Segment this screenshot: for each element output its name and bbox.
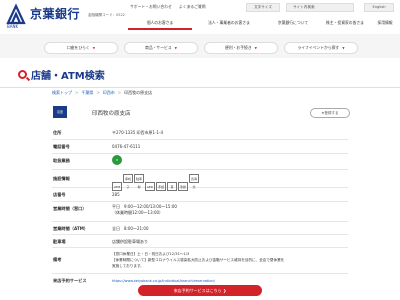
caret-down-icon: ▼ xyxy=(174,46,177,50)
open-account-button[interactable]: 口座をひらく ▼ xyxy=(44,42,118,54)
address-value: 〒270-1335 印西市原1-1-4 xyxy=(112,130,164,135)
branch-name: 印西牧の原支店 xyxy=(92,111,131,117)
nav-investors[interactable]: 株主・投資家の皆さま xyxy=(320,16,370,30)
nav-corporate[interactable]: 法人・事業者のお客さま xyxy=(192,16,266,30)
row-facility: 施設情報 ATM車椅子駐車場 AED 手話耳筆談盲導犬 xyxy=(52,170,348,191)
row-notes: 備考 【窓口休業日】土・日・祝日および12/31～1/3 【休業時間について】新… xyxy=(52,248,348,274)
wheelchair-icon: 車椅子 xyxy=(123,174,133,189)
parking-value: 店舗併設駐車場あり xyxy=(112,239,148,244)
logo-text[interactable]: 京葉銀行 xyxy=(30,5,80,22)
products-button[interactable]: 商品・サービス ▼ xyxy=(124,42,198,54)
nav-individual[interactable]: 個人のお客さま xyxy=(128,16,192,30)
breadcrumb: 検索トップ > 千葉県 > 印西市 > 印西牧の原支店 xyxy=(52,90,153,95)
procedures-label: 便利・お手続き xyxy=(225,45,252,50)
phone-label: 電話番号 xyxy=(53,144,70,149)
page-title: 店舗・ATM検索 xyxy=(31,71,105,82)
parking-icon: 駐車場 xyxy=(134,174,144,189)
store-no-label: 店番号 xyxy=(53,192,66,197)
parking-label: 駐車場 xyxy=(53,239,66,244)
facility-label: 施設情報 xyxy=(53,176,70,181)
row-phone: 電話番号 0476-47-6111 xyxy=(52,140,348,154)
keiyo-logo-icon[interactable]: BANK xyxy=(4,3,28,29)
reservation-link[interactable]: https://www.keiyobank.co.jp/individual/b… xyxy=(112,279,215,283)
reservation-button[interactable]: 来店予約サービスはこちら ❯ xyxy=(138,285,262,296)
services-label: 取扱業務 xyxy=(53,158,70,163)
logo-sub: BANK xyxy=(7,24,18,29)
sub-navigation: 口座をひらく ▼ 商品・サービス ▼ 便利・お手続き ▼ ライフイベントから探す ▼ xyxy=(0,34,400,58)
english-button[interactable]: English xyxy=(364,3,394,12)
caret-down-icon: ▼ xyxy=(92,46,96,50)
reservation-label: 来店予約サービス xyxy=(53,278,87,283)
notes-line3: 実施しております。 xyxy=(112,264,144,268)
branch-badge-icon: 京葉 xyxy=(53,106,67,118)
store-no-value: 285 xyxy=(112,192,120,197)
life-events-button[interactable]: ライフイベントから探す ▼ xyxy=(284,42,358,54)
util-links: サポート・お問い合わせ よくあるご質問 xyxy=(130,4,212,10)
window-hours-label: 営業時間（窓口） xyxy=(53,206,87,211)
guide-dog-icon: 盲導犬 xyxy=(189,174,199,189)
products-label: 商品・サービス xyxy=(145,45,172,50)
caret-down-icon: ▼ xyxy=(342,46,345,50)
atm-hours-value: 全日 8:00～21:00 xyxy=(112,226,149,231)
bank-code: 金融機関コード：0522 xyxy=(88,13,125,17)
breadcrumb-prefecture[interactable]: 千葉県 xyxy=(81,90,93,95)
service-icon: ¥ xyxy=(112,155,122,165)
row-store-no: 店番号 285 xyxy=(52,188,348,202)
site-header: BANK 京葉銀行 金融機関コード：0522 サポート・お問い合わせ よくあるご… xyxy=(0,0,400,34)
row-parking: 駐車場 店舗併設駐車場あり xyxy=(52,235,348,248)
window-hours-value: 平日 9:00～12:00/13:00～15:00 （休業時間12:00～13:… xyxy=(112,204,177,216)
atm-hours-label: 営業時間（ATM） xyxy=(53,226,89,231)
breadcrumb-city[interactable]: 印西市 xyxy=(103,90,115,95)
row-address: 住所 〒270-1335 印西市原1-1-4 xyxy=(52,126,348,140)
life-events-label: ライフイベントから探す xyxy=(297,45,340,50)
search-icon xyxy=(18,70,27,79)
phone-value: 0476-47-6111 xyxy=(112,144,141,149)
row-services: 取扱業務 xyxy=(52,154,348,170)
row-atm-hours: 営業時間（ATM） 全日 8:00～21:00 xyxy=(52,222,348,235)
nav-about[interactable]: 京葉銀行について xyxy=(266,16,320,30)
window-hours-line2: （休業時間12:00～13:00） xyxy=(112,210,164,215)
register-button[interactable]: ★登録する xyxy=(310,108,350,118)
site-search-input[interactable]: サイト内検索 xyxy=(286,3,354,12)
breadcrumb-top[interactable]: 検索トップ xyxy=(52,90,72,95)
address-label: 住所 xyxy=(53,130,62,135)
nav-recruit[interactable]: 採用情報 xyxy=(370,16,400,30)
font-size-button[interactable]: 文字サイズ xyxy=(246,3,280,12)
breadcrumb-current: 印西牧の原支店 xyxy=(124,90,153,95)
procedures-button[interactable]: 便利・お手続き ▼ xyxy=(204,42,278,54)
faq-link[interactable]: よくあるご質問 xyxy=(179,4,206,9)
notes-value: 【窓口休業日】土・日・祝日および12/31～1/3 【休業時間について】新型コロ… xyxy=(112,251,284,269)
row-window-hours: 営業時間（窓口） 平日 9:00～12:00/13:00～15:00 （休業時間… xyxy=(52,202,348,222)
notes-label: 備考 xyxy=(53,257,62,262)
support-link[interactable]: サポート・お問い合わせ xyxy=(130,4,172,9)
open-account-label: 口座をひらく xyxy=(66,45,90,50)
caret-down-icon: ▼ xyxy=(254,46,257,50)
